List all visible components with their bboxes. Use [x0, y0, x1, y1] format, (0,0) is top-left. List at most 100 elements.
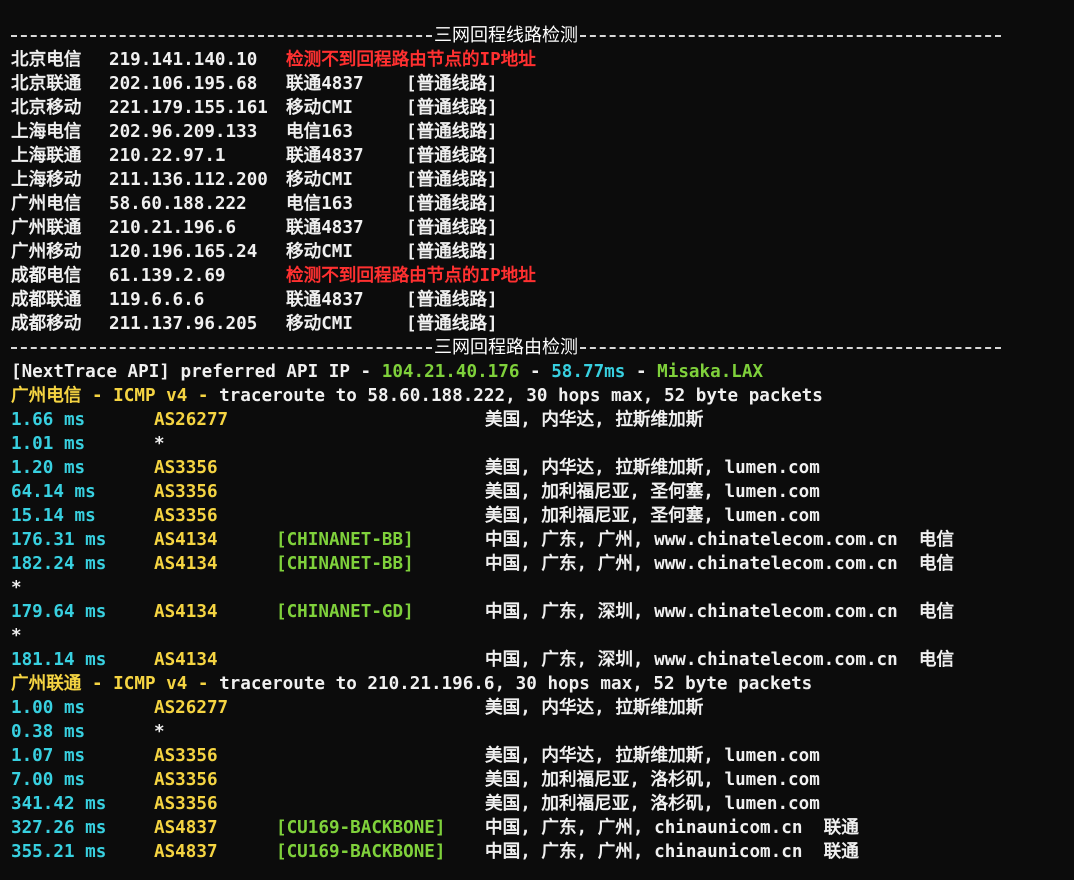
route-type: [普通线路] — [406, 290, 498, 310]
route-type: [普通线路] — [406, 218, 498, 238]
hop-row: 1.66 ms AS26277 美国, 内华达, 拉斯维加斯 — [11, 408, 1074, 432]
hop-asn: * — [154, 722, 165, 742]
hop-asn: AS3356 — [154, 794, 218, 814]
route-type: [普通线路] — [406, 314, 498, 334]
hop-asn: AS4134 — [154, 602, 218, 622]
route-ip: 202.106.195.68 — [109, 74, 258, 94]
route-ip: 210.21.196.6 — [109, 218, 237, 238]
route-name: 联通4837 — [286, 74, 364, 94]
route-ip: 120.196.165.24 — [109, 242, 258, 262]
hop-time: 355.21 ms — [11, 842, 107, 862]
route-city: 北京联通 — [11, 74, 82, 94]
route-error: 检测不到回程路由节点的IP地址 — [286, 266, 536, 286]
hop-asn: AS4837 — [154, 842, 218, 862]
route-name: 联通4837 — [286, 290, 364, 310]
route-ip: 219.141.140.10 — [109, 50, 258, 70]
route-city: 广州移动 — [11, 242, 82, 262]
hop-asn: AS3356 — [154, 746, 218, 766]
hop-asn: AS4134 — [154, 530, 218, 550]
hop-time: 179.64 ms — [11, 602, 107, 622]
route-row: 上海联通 210.22.97.1 联通4837 [普通线路] — [11, 144, 1074, 168]
terminal-output[interactable]: 三网回程线路检测 北京电信 219.141.140.10 检测不到回程路由节点的IP… — [0, 0, 1074, 864]
hop-row: 327.26 ms AS4837 [CU169-BACKBONE] 中国, 广东, 广… — [11, 816, 1074, 840]
hop-geo: 美国, 内华达, 拉斯维加斯 — [485, 698, 704, 718]
trace-header: 广州联通 - ICMP v4 - traceroute to 210.21.19… — [11, 672, 1074, 696]
route-ip: 119.6.6.6 — [109, 290, 205, 310]
hop-row: 1.20 ms AS3356 美国, 内华达, 拉斯维加斯, lumen.com — [11, 456, 1074, 480]
route-row: 广州移动 120.196.165.24 移动CMI [普通线路] — [11, 240, 1074, 264]
route-type: [普通线路] — [406, 170, 498, 190]
hop-tag: [CU169-BACKBONE] — [276, 842, 446, 862]
section-title: 三网回程线路检测 — [434, 25, 578, 46]
hop-time: 327.26 ms — [11, 818, 107, 838]
route-row: 北京联通 202.106.195.68 联通4837 [普通线路] — [11, 72, 1074, 96]
api-ip: 104.21.40.176 — [381, 362, 520, 382]
route-city: 广州联通 — [11, 218, 82, 238]
trace-desc: traceroute to 210.21.196.6, 30 hops max,… — [219, 674, 813, 694]
api-prefix: [NextTrace API] preferred API IP - — [11, 362, 382, 382]
hop-time: * — [11, 626, 22, 646]
hop-geo: 美国, 加利福尼亚, 圣何塞, lumen.com — [485, 506, 820, 526]
route-city: 成都联通 — [11, 290, 82, 310]
hop-time: 182.24 ms — [11, 554, 107, 574]
top-cut-line — [11, 0, 1074, 24]
route-type: [普通线路] — [406, 98, 498, 118]
hop-geo: 中国, 广东, 深圳, www.chinatelecom.com.cn 电信 — [485, 650, 955, 670]
route-name: 电信163 — [286, 122, 353, 142]
route-row: 广州电信 58.60.188.222 电信163 [普通线路] — [11, 192, 1074, 216]
hop-time: 176.31 ms — [11, 530, 107, 550]
route-ip: 221.179.155.161 — [109, 98, 268, 118]
hop-time: 1.07 ms — [11, 746, 86, 766]
hop-row: 1.00 ms AS26277 美国, 内华达, 拉斯维加斯 — [11, 696, 1074, 720]
section-title: 三网回程路由检测 — [434, 337, 578, 358]
hop-time: 15.14 ms — [11, 506, 96, 526]
api-node: Misaka.LAX — [657, 362, 764, 382]
hop-geo: 美国, 加利福尼亚, 洛杉矶, lumen.com — [485, 794, 820, 814]
hop-geo: 中国, 广东, 广州, chinaunicom.cn 联通 — [485, 818, 859, 838]
trace-proto: - ICMP v4 - — [81, 674, 220, 694]
section-separator-route-check: 三网回程线路检测 — [11, 24, 1001, 48]
hop-row: 341.42 ms AS3356 美国, 加利福尼亚, 洛杉矶, lumen.com — [11, 792, 1074, 816]
hop-time: 1.20 ms — [11, 458, 86, 478]
route-row: 北京移动 221.179.155.161 移动CMI [普通线路] — [11, 96, 1074, 120]
hop-tag: [CU169-BACKBONE] — [276, 818, 446, 838]
route-name: 电信163 — [286, 194, 353, 214]
route-city: 上海移动 — [11, 170, 82, 190]
route-name: 移动CMI — [286, 170, 353, 190]
hop-row: 182.24 ms AS4134 [CHINANET-BB] 中国, 广东, 广州, … — [11, 552, 1074, 576]
hop-row: 15.14 ms AS3356 美国, 加利福尼亚, 圣何塞, lumen.com — [11, 504, 1074, 528]
route-ip: 211.136.112.200 — [109, 170, 268, 190]
hop-time: 181.14 ms — [11, 650, 107, 670]
route-name: 联通4837 — [286, 146, 364, 166]
route-city: 上海电信 — [11, 122, 82, 142]
hop-geo: 美国, 内华达, 拉斯维加斯, lumen.com — [485, 746, 820, 766]
route-row: 成都移动 211.137.96.205 移动CMI [普通线路] — [11, 312, 1074, 336]
hop-asn: AS3356 — [154, 458, 218, 478]
trace-header: 广州电信 - ICMP v4 - traceroute to 58.60.188… — [11, 384, 1074, 408]
route-name: 移动CMI — [286, 242, 353, 262]
hop-geo: 中国, 广东, 广州, chinaunicom.cn 联通 — [485, 842, 859, 862]
route-city: 北京移动 — [11, 98, 82, 118]
route-type: [普通线路] — [406, 146, 498, 166]
hop-asn: AS4837 — [154, 818, 218, 838]
hop-tag: [CHINANET-BB] — [276, 530, 414, 550]
hop-geo: 美国, 加利福尼亚, 圣何塞, lumen.com — [485, 482, 820, 502]
route-type: [普通线路] — [406, 74, 498, 94]
trace-target: 广州联通 — [11, 674, 82, 694]
hop-asn: AS3356 — [154, 506, 218, 526]
hop-row: * — [11, 576, 1074, 600]
route-error: 检测不到回程路由节点的IP地址 — [286, 50, 536, 70]
hop-asn: AS4134 — [154, 650, 218, 670]
route-city: 北京电信 — [11, 50, 82, 70]
api-sep: - — [625, 362, 658, 382]
hop-row: 181.14 ms AS4134 中国, 广东, 深圳, www.chinatele… — [11, 648, 1074, 672]
hop-row: 1.07 ms AS3356 美国, 内华达, 拉斯维加斯, lumen.com — [11, 744, 1074, 768]
hop-geo: 中国, 广东, 广州, www.chinatelecom.com.cn 电信 — [485, 554, 955, 574]
hop-asn: AS26277 — [154, 410, 229, 430]
route-row: 上海电信 202.96.209.133 电信163 [普通线路] — [11, 120, 1074, 144]
route-row: 成都联通 119.6.6.6 联通4837 [普通线路] — [11, 288, 1074, 312]
route-city: 上海联通 — [11, 146, 82, 166]
route-ip: 211.137.96.205 — [109, 314, 258, 334]
hop-time: 1.01 ms — [11, 434, 86, 454]
hop-time: * — [11, 578, 22, 598]
